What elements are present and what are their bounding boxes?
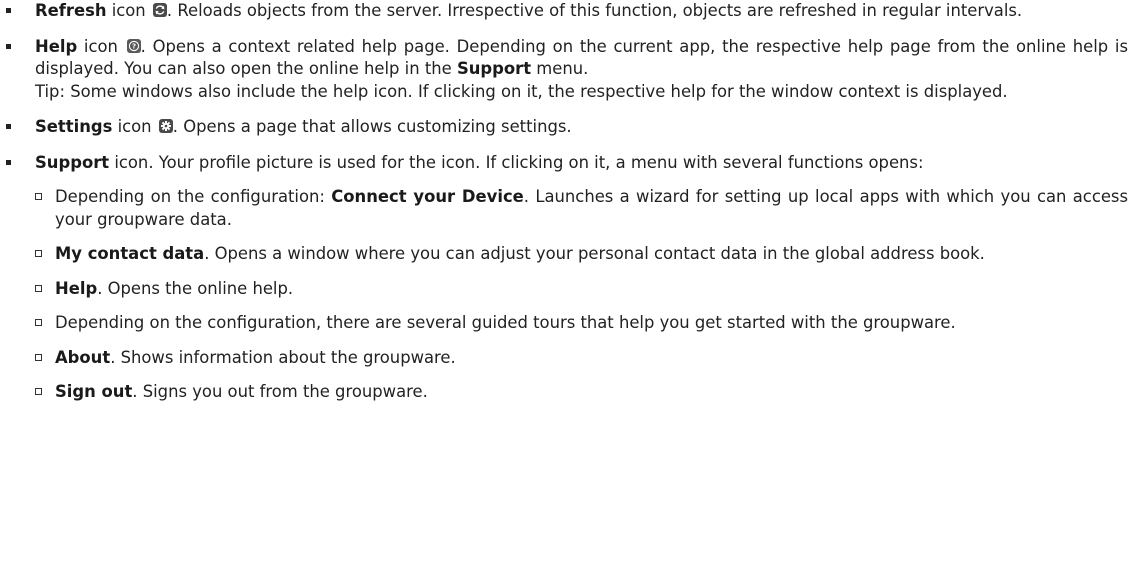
- sub-item-prefix: Depending on the configuration:: [55, 187, 332, 206]
- help-description-b: menu.: [531, 59, 589, 78]
- support-menu-ref: Support: [456, 59, 532, 78]
- svg-text:?: ?: [132, 42, 136, 50]
- sub-item-sign-out: Sign out. Signs you out from the groupwa…: [35, 381, 1128, 404]
- icon-word: icon: [117, 117, 152, 136]
- sub-item-prefix: Depending on the configuration, there ar…: [55, 313, 956, 332]
- support-description: icon. Your profile picture is used for t…: [109, 152, 924, 172]
- list-item-help: Help icon ? . Opens a context related he…: [0, 36, 1142, 104]
- term-help-sub: Help: [55, 278, 98, 298]
- help-icon: ?: [126, 38, 141, 53]
- settings-description: . Opens a page that allows customizing s…: [172, 117, 572, 136]
- document-page: Refresh icon . Reloads objects from the …: [0, 0, 1142, 587]
- sub-item-contact-data: My contact data. Opens a window where yo…: [35, 243, 1128, 266]
- sub-item-text: . Shows information about the groupware.: [110, 347, 456, 367]
- term-connect-device: Connect your Device: [331, 187, 524, 206]
- list-item-settings: Settings icon . Opens a page that allows…: [0, 116, 1142, 139]
- sub-item-connect-device: Depending on the configuration: Connect …: [35, 186, 1128, 231]
- refresh-description: . Reloads objects from the server. Irres…: [166, 1, 1023, 20]
- gear-icon: [158, 119, 173, 133]
- term-about: About: [55, 347, 111, 367]
- sub-item-guided-tours: Depending on the configuration, there ar…: [35, 312, 1128, 335]
- icon-word: icon: [83, 36, 118, 56]
- refresh-icon: [152, 3, 167, 17]
- sub-item-text: . Signs you out from the groupware.: [132, 382, 428, 401]
- list-item-support: Support icon. Your profile picture is us…: [0, 152, 1142, 404]
- icon-word: icon: [111, 1, 146, 20]
- term-support: Support: [35, 152, 110, 172]
- sub-item-about: About. Shows information about the group…: [35, 347, 1128, 370]
- feature-list: Refresh icon . Reloads objects from the …: [0, 0, 1142, 404]
- term-refresh: Refresh: [35, 1, 107, 20]
- sub-item-help: Help. Opens the online help.: [35, 278, 1128, 301]
- help-tip: Tip: Some windows also include the help …: [35, 81, 1008, 101]
- support-menu-list: Depending on the configuration: Connect …: [35, 186, 1128, 404]
- term-my-contact-data: My contact data: [55, 244, 205, 263]
- sub-item-text: . Opens the online help.: [97, 278, 294, 298]
- term-help: Help: [35, 36, 78, 56]
- term-settings: Settings: [35, 117, 113, 136]
- sub-item-text: . Opens a window where you can adjust yo…: [204, 244, 985, 263]
- list-item-refresh: Refresh icon . Reloads objects from the …: [0, 0, 1142, 23]
- term-sign-out: Sign out: [55, 382, 133, 401]
